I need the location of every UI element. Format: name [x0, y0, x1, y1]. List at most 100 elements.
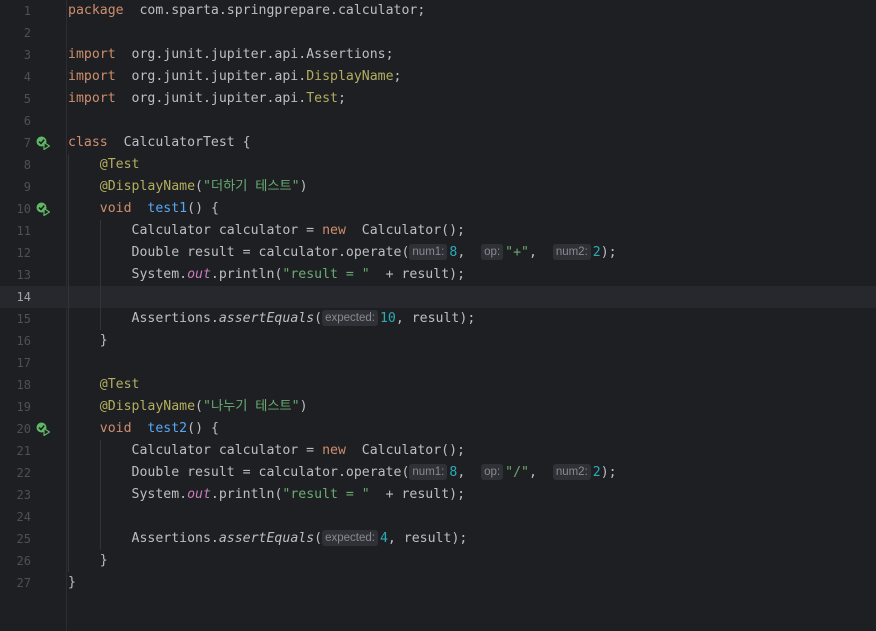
- code-line[interactable]: 16 }: [0, 330, 876, 352]
- code-token: );: [600, 245, 617, 260]
- code-token: + result);: [369, 267, 466, 282]
- code-token: "+": [505, 245, 529, 260]
- line-number: 8: [23, 158, 31, 172]
- code-line[interactable]: 9 @DisplayName("더하기 테스트"): [0, 176, 876, 198]
- code-token: import: [68, 91, 116, 106]
- code-text: import org.junit.jupiter.api.Test;: [68, 88, 346, 110]
- line-number: 3: [23, 48, 31, 62]
- code-text: Double result = calculator.operate(num1:…: [68, 462, 617, 484]
- code-line[interactable]: 20 void test2() {: [0, 418, 876, 440]
- code-text: Assertions.assertEquals(expected: 10, res…: [68, 308, 475, 330]
- code-token: package: [68, 3, 124, 18]
- code-line[interactable]: 8 @Test: [0, 154, 876, 176]
- code-text: Double result = calculator.operate(num1:…: [68, 242, 617, 264]
- code-line[interactable]: 2: [0, 22, 876, 44]
- run-test-icon[interactable]: [36, 422, 50, 436]
- code-token: ,: [528, 465, 553, 480]
- line-number: 4: [23, 70, 31, 84]
- code-text: System.out.println("result = " + result)…: [68, 264, 466, 286]
- code-line[interactable]: 6: [0, 110, 876, 132]
- code-line[interactable]: 19 @DisplayName("나누기 테스트"): [0, 396, 876, 418]
- code-text: @Test: [68, 154, 140, 176]
- code-text: Assertions.assertEquals(expected: 4, resu…: [68, 528, 467, 550]
- parameter-hint: expected:: [322, 530, 378, 546]
- code-token: ,: [457, 245, 482, 260]
- parameter-hint: num1:: [409, 244, 448, 260]
- code-line[interactable]: 18 @Test: [0, 374, 876, 396]
- line-number: 13: [16, 268, 31, 282]
- code-token: + result);: [369, 487, 466, 502]
- code-text: }: [68, 572, 76, 594]
- code-line[interactable]: 22 Double result = calculator.operate(nu…: [0, 462, 876, 484]
- code-token: ,: [528, 245, 553, 260]
- code-token: new: [322, 223, 346, 238]
- code-token: 4: [379, 531, 388, 546]
- line-number: 24: [16, 510, 31, 524]
- code-token: () {: [187, 421, 219, 436]
- line-number: 2: [23, 26, 31, 40]
- parameter-hint: num1:: [409, 464, 448, 480]
- code-line[interactable]: 25 Assertions.assertEquals(expected: 4, r…: [0, 528, 876, 550]
- code-text: Calculator calculator = new Calculator()…: [68, 220, 465, 242]
- code-line[interactable]: 7 class CalculatorTest {: [0, 132, 876, 154]
- code-token: assertEquals: [218, 531, 315, 546]
- line-number: 25: [16, 532, 31, 546]
- code-line[interactable]: 27}: [0, 572, 876, 594]
- code-line[interactable]: 11 Calculator calculator = new Calculato…: [0, 220, 876, 242]
- code-token: out: [187, 487, 211, 502]
- code-token: (: [195, 399, 203, 414]
- code-token: , result);: [395, 311, 476, 326]
- code-line[interactable]: 15 Assertions.assertEquals(expected: 10, …: [0, 308, 876, 330]
- code-token: ;: [337, 91, 346, 106]
- code-token: test1: [147, 201, 188, 216]
- parameter-hint: num2:: [552, 464, 591, 480]
- code-token: () {: [187, 201, 219, 216]
- code-line[interactable]: 1 package com.sparta.springprepare.calcul…: [0, 0, 876, 22]
- code-line[interactable]: 23 System.out.println("result = " + resu…: [0, 484, 876, 506]
- code-token: 2: [592, 245, 601, 260]
- code-line[interactable]: 13 System.out.println("result = " + resu…: [0, 264, 876, 286]
- code-text: void test1() {: [68, 198, 219, 220]
- code-line[interactable]: 5 import org.junit.jupiter.api.Test;: [0, 88, 876, 110]
- code-token: test2: [147, 421, 188, 436]
- code-token: , result);: [387, 531, 468, 546]
- code-line[interactable]: 26 }: [0, 550, 876, 572]
- code-line[interactable]: 3 import org.junit.jupiter.api.Assertions…: [0, 44, 876, 66]
- code-text: import org.junit.jupiter.api.Assertions;: [68, 44, 394, 66]
- line-number: 23: [16, 488, 31, 502]
- code-token: }: [68, 553, 108, 568]
- code-token: (: [314, 311, 323, 326]
- code-line[interactable]: 24: [0, 506, 876, 528]
- parameter-hint: num2:: [552, 244, 591, 260]
- code-token: class: [68, 135, 108, 150]
- run-test-icon[interactable]: [36, 202, 50, 216]
- code-token: void: [99, 421, 132, 436]
- code-token: void: [99, 201, 132, 216]
- code-token: (: [314, 531, 323, 546]
- code-token: Double result = calculator.operate(: [68, 245, 410, 260]
- code-text: }: [68, 330, 108, 352]
- code-line[interactable]: 17: [0, 352, 876, 374]
- line-number: 6: [23, 114, 31, 128]
- code-token: ;: [393, 69, 402, 84]
- code-token: @DisplayName: [99, 179, 196, 194]
- code-line[interactable]: 4 import org.junit.jupiter.api.DisplayNam…: [0, 66, 876, 88]
- parameter-hint: op:: [481, 244, 504, 260]
- line-number: 19: [16, 400, 31, 414]
- code-line[interactable]: 12 Double result = calculator.operate(nu…: [0, 242, 876, 264]
- code-token: "나누기 테스트": [203, 399, 300, 414]
- code-token: ): [299, 399, 308, 414]
- code-editor[interactable]: 1 package com.sparta.springprepare.calcul…: [0, 0, 876, 631]
- run-test-icon[interactable]: [36, 136, 50, 150]
- code-area[interactable]: 1 package com.sparta.springprepare.calcul…: [0, 0, 876, 631]
- code-line[interactable]: 10 void test1() {: [0, 198, 876, 220]
- code-text: class CalculatorTest {: [68, 132, 251, 154]
- code-text: package com.sparta.springprepare.calcula…: [68, 0, 425, 22]
- code-line[interactable]: 14: [0, 286, 876, 308]
- code-line[interactable]: 21 Calculator calculator = new Calculato…: [0, 440, 876, 462]
- code-token: ): [299, 179, 308, 194]
- code-token: com.sparta.springprepare.calculator;: [123, 3, 426, 18]
